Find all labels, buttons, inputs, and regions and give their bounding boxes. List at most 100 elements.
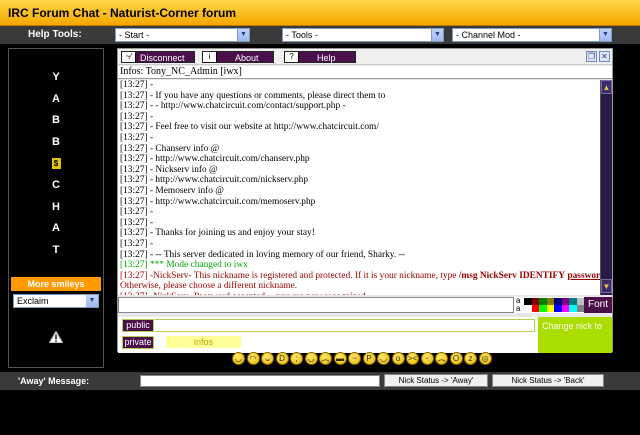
chat-line: [13:27] - [120, 207, 154, 218]
chevron-down-icon[interactable]: ▼ [86, 295, 98, 307]
away-bar: 'Away' Message: Nick Status -> 'Away' Ni… [0, 372, 640, 390]
more-smileys-label[interactable]: More smileys [11, 277, 101, 291]
sidebar-letter: B [52, 136, 60, 148]
background-color-label: a [516, 304, 521, 313]
tools-select-value: - Tools - [286, 30, 318, 40]
info-icon: i [203, 52, 217, 62]
start-select[interactable]: - Start - ▼ [115, 28, 250, 42]
font-button[interactable]: Font [584, 297, 612, 313]
scroll-down-icon[interactable]: ▼ [601, 279, 612, 293]
close-icon[interactable]: ✕ [599, 51, 610, 62]
chat-line: [13:27] - [120, 111, 154, 122]
angry-smiley-icon[interactable]: >< [406, 352, 419, 365]
help-icon: ? [285, 52, 299, 62]
chat-line: [13:27] - Feel free to visit our website… [120, 122, 379, 133]
color-palette[interactable]: a a [514, 296, 585, 313]
sidebar-smiley-icon: $ [9, 157, 103, 169]
chevron-down-icon[interactable]: ▼ [237, 29, 249, 41]
restore-icon[interactable]: ❐ [586, 51, 597, 62]
scroll-up-icon[interactable]: ▲ [601, 80, 612, 94]
dollar-smiley-icon: $ [51, 158, 61, 169]
disconnect-icon: ~⁄ [122, 52, 136, 62]
chat-line: [13:27] - Thanks for joining us and enjo… [120, 228, 315, 239]
chat-line: [13:27] *** Mode changed to iwx [120, 260, 248, 271]
nerd-smiley-icon[interactable]: ◎ [478, 352, 492, 365]
cry-smiley-icon[interactable]: ᵕ [420, 352, 434, 365]
frown-smiley-icon[interactable]: ︵ [319, 352, 332, 365]
confused-smiley-icon[interactable]: ~ [348, 352, 361, 365]
nick-status-away-button[interactable]: Nick Status -> 'Away' [384, 374, 488, 387]
surprised-smiley-icon[interactable]: o [391, 352, 405, 365]
title-bar: IRC Forum Chat - Naturist-Corner forum [0, 0, 640, 26]
chat-toolbar: ~⁄ Disconnect i About ? Help ❐ ✕ [118, 49, 612, 65]
chat-line: [13:27] - [120, 80, 154, 90]
tongue-smiley-icon[interactable]: P [362, 352, 376, 365]
shades-smiley-icon[interactable]: ▬ [333, 352, 347, 365]
disconnect-button[interactable]: ~⁄ Disconnect [121, 51, 195, 63]
chat-line: [13:27] - - http://www.chatcircuit.com/c… [120, 101, 346, 112]
chat-line: [13:27] - http://www.chatcircuit.com/cha… [120, 154, 310, 165]
away-label: 'Away' Message: [18, 376, 90, 386]
big-grin-smiley-icon[interactable]: D [275, 352, 289, 365]
chat-line: [13:27] - [120, 217, 154, 228]
away-message-input[interactable] [140, 375, 380, 387]
sidebar-letter: A [52, 93, 60, 105]
channel-infos: Infos: Tony_NC_Admin [iwx] [118, 66, 612, 79]
public-tab[interactable]: public [122, 319, 154, 332]
chat-line: [13:27] - http://www.chatcircuit.com/nic… [120, 175, 309, 186]
sidebar-letter: A [52, 222, 60, 234]
chevron-down-icon[interactable]: ▼ [599, 29, 611, 41]
message-input[interactable] [118, 297, 514, 313]
laugh-smiley-icon[interactable]: ᴗ [261, 352, 274, 365]
tools-select[interactable]: - Tools - ▼ [282, 28, 444, 42]
sidebar-letter: B [52, 114, 60, 126]
chat-line: [13:27] - [120, 132, 154, 143]
nickserv-text: [13:27] -NickServ- This nickname is regi… [120, 270, 459, 281]
chat-line: [13:27] - Nickserv info @ [120, 164, 218, 175]
about-button[interactable]: i About [202, 51, 274, 63]
channel-mod-select[interactable]: - Channel Mod - ▼ [452, 28, 612, 42]
chat-line: [13:27] - http://www.chatcircuit.com/mem… [120, 196, 316, 207]
wink-smiley-icon[interactable]: ; [290, 352, 303, 365]
shout-smiley-icon[interactable]: O [449, 352, 463, 365]
chat-line: [13:27] - -- This server dedicated in lo… [120, 249, 405, 260]
chat-line: [13:27] - [120, 238, 154, 249]
password-placeholder: password [567, 270, 600, 281]
public-field[interactable] [155, 319, 535, 332]
window-title: IRC Forum Chat - Naturist-Corner forum [8, 6, 236, 20]
disconnect-label: Disconnect [140, 53, 185, 63]
infos-button[interactable]: infos [166, 336, 241, 348]
grin-smiley-icon[interactable]: ◠ [246, 352, 260, 365]
sidebar-letter: H [52, 201, 60, 213]
chat-line: [13:27] -NickServ- This nickname is regi… [120, 271, 600, 282]
change-nick-box[interactable]: Change nick to [538, 317, 612, 353]
about-label: About [235, 53, 259, 63]
warning-icon[interactable] [49, 331, 63, 343]
chat-line: [13:27] - Memoserv info @ [120, 185, 224, 196]
sidebar-letter: C [52, 179, 60, 191]
private-tab[interactable]: private [122, 336, 154, 349]
sidebar: Y A B B $ C H A T More smileys Exclaim ▼ [8, 48, 104, 368]
nick-status-back-button[interactable]: Nick Status -> 'Back' [492, 374, 604, 387]
blush-smiley-icon[interactable]: ◡ [377, 352, 390, 365]
send-area: public private infos Change nick to [118, 317, 612, 353]
channel-mod-select-value: - Channel Mod - [456, 30, 521, 40]
chevron-down-icon[interactable]: ▼ [431, 29, 443, 41]
smile-smiley-icon[interactable]: ◡ [232, 352, 245, 365]
sad-smiley-icon[interactable]: ︵ [435, 352, 448, 365]
chat-scrollbar[interactable]: ▲ ▼ [600, 80, 612, 295]
help-button[interactable]: ? Help [284, 51, 356, 63]
help-tools-label: Help Tools: [28, 29, 82, 40]
smiley-category-select[interactable]: Exclaim ▼ [13, 294, 99, 308]
start-select-value: - Start - [119, 30, 150, 40]
change-nick-label: Change nick to [542, 321, 603, 331]
cool-smiley-icon[interactable]: ◡ [304, 352, 318, 365]
chat-panel: ~⁄ Disconnect i About ? Help ❐ ✕ Infos: … [117, 48, 613, 353]
help-label: Help [317, 53, 336, 63]
sidebar-letter: T [52, 244, 60, 256]
chat-line: [13:27] -NickServ- Password accepted -- … [120, 292, 600, 295]
help-tools-bar: Help Tools: - Start - ▼ - Tools - ▼ - Ch… [0, 26, 640, 44]
chat-line: Otherwise, please choose a different nic… [120, 281, 298, 292]
sidebar-letter: Y [52, 71, 60, 83]
sleep-smiley-icon[interactable]: z [464, 352, 477, 365]
